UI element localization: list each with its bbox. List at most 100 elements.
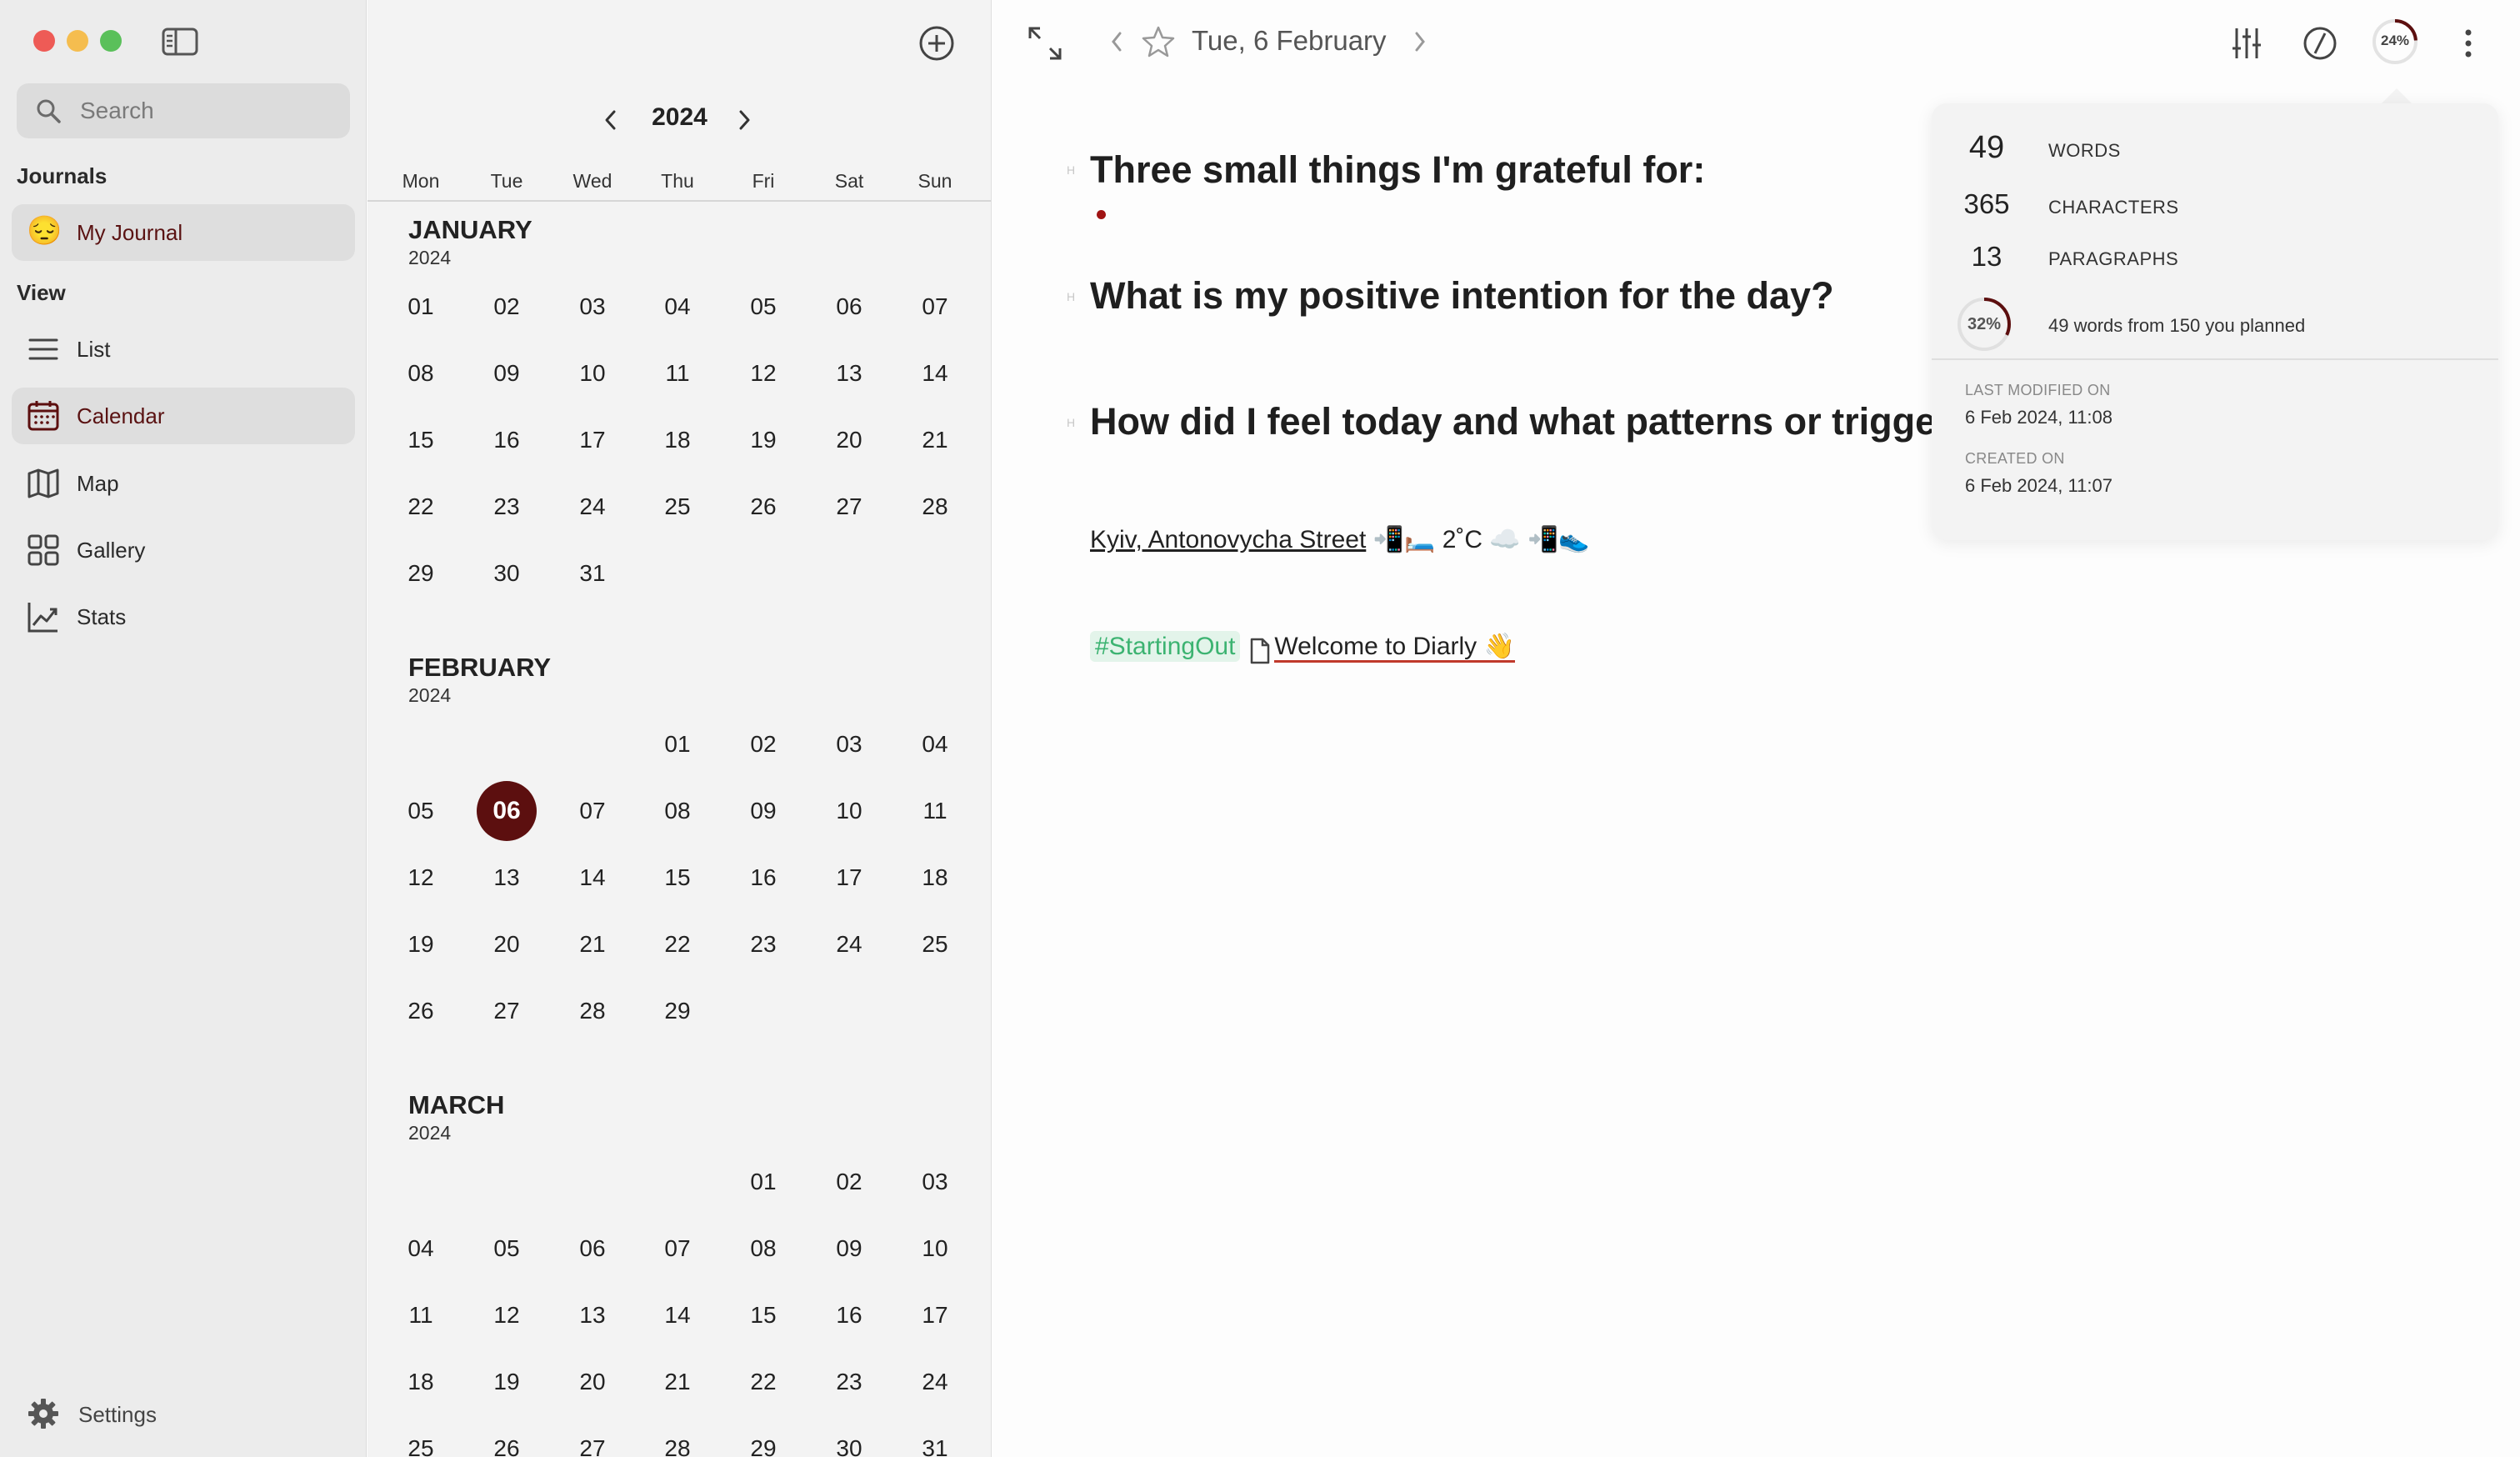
calendar-day[interactable]: 28 [559,998,626,1024]
calendar-day[interactable]: 12 [473,1302,540,1329]
calendar-day[interactable]: 13 [559,1302,626,1329]
calendar-day[interactable]: 10 [816,798,882,824]
calendar-day[interactable]: 07 [902,293,968,320]
calendar-day[interactable]: 20 [473,931,540,958]
calendar-day[interactable]: 30 [816,1435,882,1457]
calendar-day[interactable]: 01 [730,1169,797,1195]
calendar-day[interactable]: 16 [816,1302,882,1329]
entry-date[interactable]: Tue, 6 February [1192,25,1387,57]
calendar-day[interactable]: 08 [644,798,711,824]
sidebar-item-calendar[interactable]: Calendar [12,388,355,444]
calendar-day[interactable]: 03 [559,293,626,320]
calendar-day[interactable]: 15 [388,427,454,453]
calendar-day[interactable]: 25 [902,931,968,958]
sidebar-item-stats[interactable]: Stats [12,588,355,645]
calendar-day[interactable]: 18 [388,1369,454,1395]
calendar-day[interactable]: 22 [644,931,711,958]
calendar-day[interactable]: 05 [473,1235,540,1262]
calendar-day[interactable]: 21 [559,931,626,958]
journal-item-my-journal[interactable]: 😔 My Journal [12,204,355,261]
calendar-day[interactable]: 17 [816,864,882,891]
calendar-day[interactable]: 03 [816,731,882,758]
calendar-day[interactable]: 20 [816,427,882,453]
calendar-day[interactable]: 09 [816,1235,882,1262]
calendar-day[interactable]: 09 [473,360,540,387]
calendar-day[interactable]: 04 [902,731,968,758]
zoom-window-button[interactable] [100,30,122,52]
calendar-day[interactable]: 21 [644,1369,711,1395]
heading-3[interactable]: How did I feel today and what patterns o… [1090,400,1972,443]
stats-progress-button[interactable]: 24% [2370,17,2420,67]
sidebar-toggle-icon[interactable] [162,28,198,56]
calendar-day[interactable]: 30 [473,560,540,587]
calendar-day[interactable]: 31 [559,560,626,587]
calendar-day[interactable]: 11 [388,1302,454,1329]
heading-2[interactable]: What is my positive intention for the da… [1090,274,1834,318]
calendar-day[interactable]: 29 [730,1435,797,1457]
more-options-button[interactable] [2457,25,2480,62]
calendar-day[interactable]: 16 [473,427,540,453]
calendar-day[interactable]: 20 [559,1369,626,1395]
calendar-day[interactable]: 14 [644,1302,711,1329]
settings-button[interactable]: Settings [17,1394,233,1434]
calendar-day[interactable]: 07 [559,798,626,824]
calendar-day[interactable]: 01 [388,293,454,320]
calendar-day[interactable]: 17 [559,427,626,453]
calendar-day[interactable]: 03 [902,1169,968,1195]
calendar-day[interactable]: 19 [473,1369,540,1395]
calendar-day[interactable]: 26 [730,493,797,520]
calendar-day[interactable]: 23 [473,493,540,520]
calendar-day[interactable]: 23 [816,1369,882,1395]
markdown-toggle-button[interactable] [2302,25,2338,62]
location-link[interactable]: Kyiv, Antonovycha Street [1090,526,1366,553]
calendar-day[interactable]: 12 [730,360,797,387]
tag-startingout[interactable]: #StartingOut [1090,631,1241,662]
minimize-window-button[interactable] [67,30,88,52]
calendar-day[interactable]: 27 [559,1435,626,1457]
calendar-day[interactable]: 13 [473,864,540,891]
calendar-day[interactable]: 29 [644,998,711,1024]
calendar-day[interactable]: 28 [902,493,968,520]
calendar-day[interactable]: 06 [816,293,882,320]
calendar-day[interactable]: 19 [388,931,454,958]
calendar-day[interactable]: 14 [902,360,968,387]
calendar-day[interactable]: 17 [902,1302,968,1329]
calendar-day[interactable]: 26 [473,1435,540,1457]
sidebar-item-map[interactable]: Map [12,455,355,512]
bullet-point[interactable] [1097,210,1106,219]
calendar-day[interactable]: 07 [644,1235,711,1262]
calendar-day[interactable]: 18 [902,864,968,891]
calendar-day[interactable]: 19 [730,427,797,453]
calendar-day[interactable]: 23 [730,931,797,958]
calendar-day[interactable]: 22 [388,493,454,520]
calendar-day[interactable]: 27 [473,998,540,1024]
calendar-day[interactable]: 27 [816,493,882,520]
calendar-day[interactable]: 09 [730,798,797,824]
linked-page[interactable]: Welcome to Diarly 👋 [1274,633,1515,663]
calendar-day[interactable]: 02 [730,731,797,758]
calendar-day[interactable]: 10 [902,1235,968,1262]
favorite-star-button[interactable] [1142,25,1175,58]
calendar-day[interactable]: 16 [730,864,797,891]
next-day-button[interactable] [1412,30,1428,53]
calendar-day[interactable]: 06 [559,1235,626,1262]
calendar-day[interactable]: 05 [730,293,797,320]
calendar-day[interactable]: 24 [559,493,626,520]
calendar-day[interactable]: 26 [388,998,454,1024]
calendar-day[interactable]: 24 [816,931,882,958]
sidebar-item-list[interactable]: List [12,321,355,378]
search-field[interactable]: Search [17,83,350,138]
calendar-day[interactable]: 25 [644,493,711,520]
calendar-day[interactable]: 12 [388,864,454,891]
calendar-day[interactable]: 25 [388,1435,454,1457]
close-window-button[interactable] [33,30,55,52]
calendar-day[interactable]: 05 [388,798,454,824]
calendar-day[interactable]: 21 [902,427,968,453]
calendar-day[interactable]: 04 [644,293,711,320]
calendar-day[interactable]: 11 [902,798,968,824]
calendar-day[interactable]: 22 [730,1369,797,1395]
calendar-day[interactable]: 14 [559,864,626,891]
calendar-day[interactable]: 28 [644,1435,711,1457]
calendar-day[interactable]: 24 [902,1369,968,1395]
next-year-button[interactable] [734,108,754,132]
